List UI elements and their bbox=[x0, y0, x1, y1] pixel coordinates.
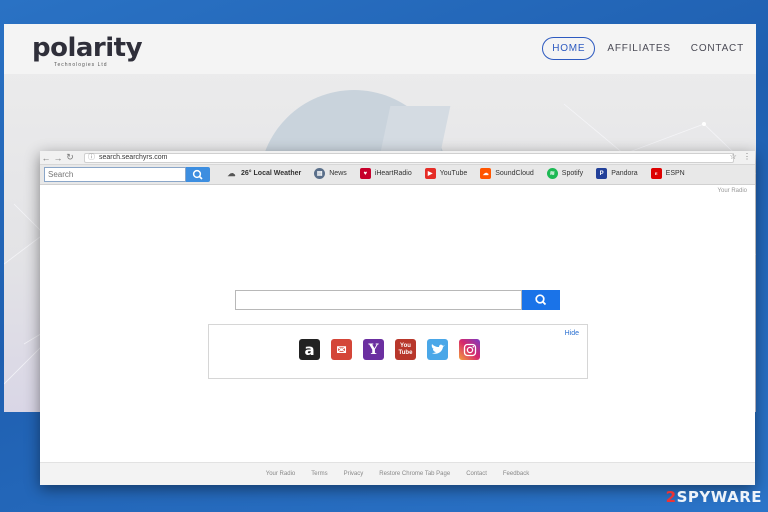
toolbar-link-label: 26° Local Weather bbox=[241, 170, 302, 177]
nav-home[interactable]: HOME bbox=[542, 37, 596, 60]
toolbar-link-label: iHeartRadio bbox=[374, 170, 412, 177]
search-icon bbox=[535, 294, 547, 306]
toolbar-link-label: Spotify bbox=[561, 170, 584, 177]
shortcut-icons: a ✉ Y You Tube bbox=[299, 339, 491, 360]
toolbar-link-iheartradio[interactable]: ♥ iHeartRadio bbox=[359, 168, 412, 179]
toolbar-search-button[interactable] bbox=[186, 167, 210, 182]
bird-glyph bbox=[431, 343, 445, 354]
toolbar-link-label: YouTube bbox=[439, 170, 468, 177]
logo-text: polarity bbox=[32, 33, 143, 63]
toolbar-link-label: SoundCloud bbox=[495, 170, 534, 177]
toolbar-link-pandora[interactable]: P Pandora bbox=[596, 168, 638, 179]
toolbar-links: ☁ 26° Local Weather ▤ News ♥ iHeartRadio… bbox=[226, 168, 698, 179]
gmail-icon[interactable]: ✉ bbox=[331, 339, 352, 360]
footer-link-terms[interactable]: Terms bbox=[311, 471, 327, 477]
weather-icon: ☁ bbox=[227, 169, 236, 178]
star-icon[interactable]: ☆ bbox=[730, 152, 737, 161]
toolbar-link-youtube[interactable]: ▶ YouTube bbox=[424, 168, 468, 179]
back-icon[interactable]: ← bbox=[40, 153, 52, 163]
info-icon: ⓘ bbox=[88, 154, 95, 161]
toolbar-link-spotify[interactable]: ≋ Spotify bbox=[546, 168, 584, 179]
browser-navbar: ← → ↻ ⓘ search.searchyrs.com ☆ ⋮ bbox=[40, 151, 755, 165]
toolbar-link-label: Pandora bbox=[611, 170, 638, 177]
toolbar-link-label: ESPN bbox=[665, 170, 685, 177]
nav-contact[interactable]: CONTACT bbox=[683, 37, 752, 60]
url-text: search.searchyrs.com bbox=[98, 154, 168, 161]
hide-link[interactable]: Hide bbox=[565, 330, 579, 337]
menu-icon[interactable]: ⋮ bbox=[743, 152, 751, 161]
main-search-button[interactable] bbox=[522, 290, 560, 310]
footer-link-contact[interactable]: Contact bbox=[466, 471, 487, 477]
site-header: polarity Technologies Ltd HOME AFFILIATE… bbox=[4, 24, 756, 74]
toolbar-search-input[interactable] bbox=[44, 167, 186, 182]
reload-icon[interactable]: ↻ bbox=[64, 152, 76, 163]
news-icon: ▤ bbox=[314, 168, 326, 179]
footer-link-restore-chrome-tab-page[interactable]: Restore Chrome Tab Page bbox=[379, 471, 450, 477]
browser-window: ← → ↻ ⓘ search.searchyrs.com ☆ ⋮ ☁ 26° L… bbox=[40, 151, 755, 485]
camera-glyph bbox=[463, 343, 476, 356]
your-radio-link[interactable]: Your Radio bbox=[718, 188, 747, 194]
footer-link-feedback[interactable]: Feedback bbox=[503, 471, 529, 477]
toolbar-link-espn[interactable]: E ESPN bbox=[650, 168, 685, 179]
address-bar[interactable]: ⓘ search.searchyrs.com bbox=[84, 153, 734, 163]
amazon-icon[interactable]: a bbox=[299, 339, 320, 360]
toolbar-link-label: News bbox=[329, 170, 347, 177]
site-nav: HOME AFFILIATES CONTACT bbox=[542, 37, 756, 60]
youtube-icon: ▶ bbox=[424, 168, 436, 179]
spotify-icon: ≋ bbox=[546, 168, 558, 179]
search-icon bbox=[192, 169, 203, 180]
hijacker-toolbar: ☁ 26° Local Weather ▤ News ♥ iHeartRadio… bbox=[40, 165, 755, 185]
iheartradio-icon: ♥ bbox=[359, 168, 371, 179]
polarity-logo[interactable]: polarity Technologies Ltd bbox=[32, 33, 143, 68]
footer-link-privacy[interactable]: Privacy bbox=[344, 471, 364, 477]
forward-icon[interactable]: → bbox=[52, 153, 64, 163]
espn-icon: E bbox=[650, 168, 662, 179]
soundcloud-icon: ☁ bbox=[480, 168, 492, 179]
youtube-icon[interactable]: You Tube bbox=[395, 339, 416, 360]
2spyware-watermark: 2SPYWARE bbox=[665, 488, 762, 506]
footer-link-your-radio[interactable]: Your Radio bbox=[266, 471, 295, 477]
browser-actions: ☆ ⋮ bbox=[730, 152, 751, 161]
nav-affiliates[interactable]: AFFILIATES bbox=[599, 37, 678, 60]
instagram-icon[interactable] bbox=[459, 339, 480, 360]
shortcut-panel: Hide a ✉ Y You Tube bbox=[208, 324, 588, 379]
pandora-icon: P bbox=[596, 168, 608, 179]
yahoo-icon[interactable]: Y bbox=[363, 339, 384, 360]
toolbar-link-weather[interactable]: ☁ 26° Local Weather bbox=[226, 168, 302, 179]
toolbar-link-soundcloud[interactable]: ☁ SoundCloud bbox=[480, 168, 534, 179]
main-search-input[interactable] bbox=[235, 290, 522, 310]
page-footer: Your Radio Terms Privacy Restore Chrome … bbox=[40, 462, 755, 485]
toolbar-link-news[interactable]: ▤ News bbox=[314, 168, 347, 179]
twitter-icon[interactable] bbox=[427, 339, 448, 360]
